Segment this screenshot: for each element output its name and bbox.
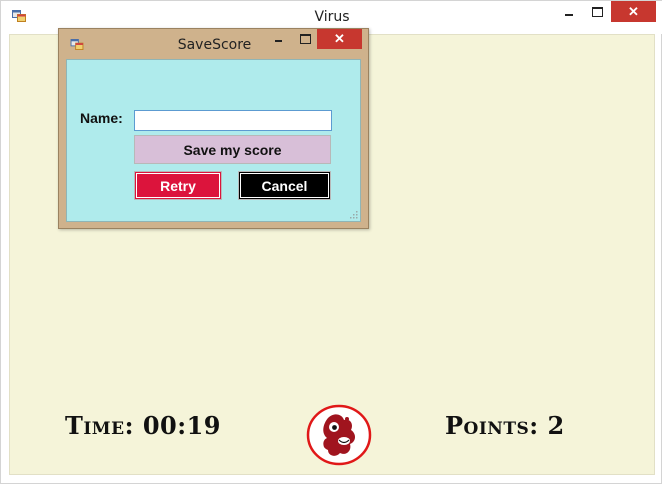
- time-value: 00:19: [142, 411, 221, 440]
- close-icon: ✕: [628, 3, 639, 19]
- maximize-button[interactable]: [585, 1, 609, 22]
- main-window: Virus ✕ Time: 00:19 Points: 2 SaveScore: [0, 0, 662, 484]
- cancel-button[interactable]: Cancel: [238, 171, 331, 200]
- dialog-body: Name: Save my score Retry Cancel: [66, 59, 361, 222]
- virus-mascot-icon[interactable]: [306, 404, 372, 466]
- points-label: Points:: [445, 411, 539, 440]
- retry-button[interactable]: Retry: [134, 171, 222, 200]
- name-input[interactable]: [134, 110, 332, 131]
- dialog-close-button[interactable]: ✕: [317, 29, 362, 49]
- points-display: Points: 2: [445, 411, 565, 440]
- points-value: 2: [547, 411, 565, 440]
- close-button[interactable]: ✕: [611, 1, 656, 22]
- name-label: Name:: [80, 110, 123, 126]
- time-display: Time: 00:19: [65, 411, 221, 440]
- save-score-button[interactable]: Save my score: [134, 135, 331, 164]
- time-label: Time:: [65, 411, 134, 440]
- save-score-dialog: SaveScore ✕ Name: Save my score Retry Ca…: [58, 28, 369, 229]
- dialog-maximize-button[interactable]: [295, 29, 315, 49]
- close-icon: ✕: [334, 31, 345, 46]
- minimize-button[interactable]: [557, 1, 581, 22]
- dialog-minimize-button[interactable]: [268, 29, 288, 49]
- resize-grip-icon[interactable]: [349, 210, 358, 219]
